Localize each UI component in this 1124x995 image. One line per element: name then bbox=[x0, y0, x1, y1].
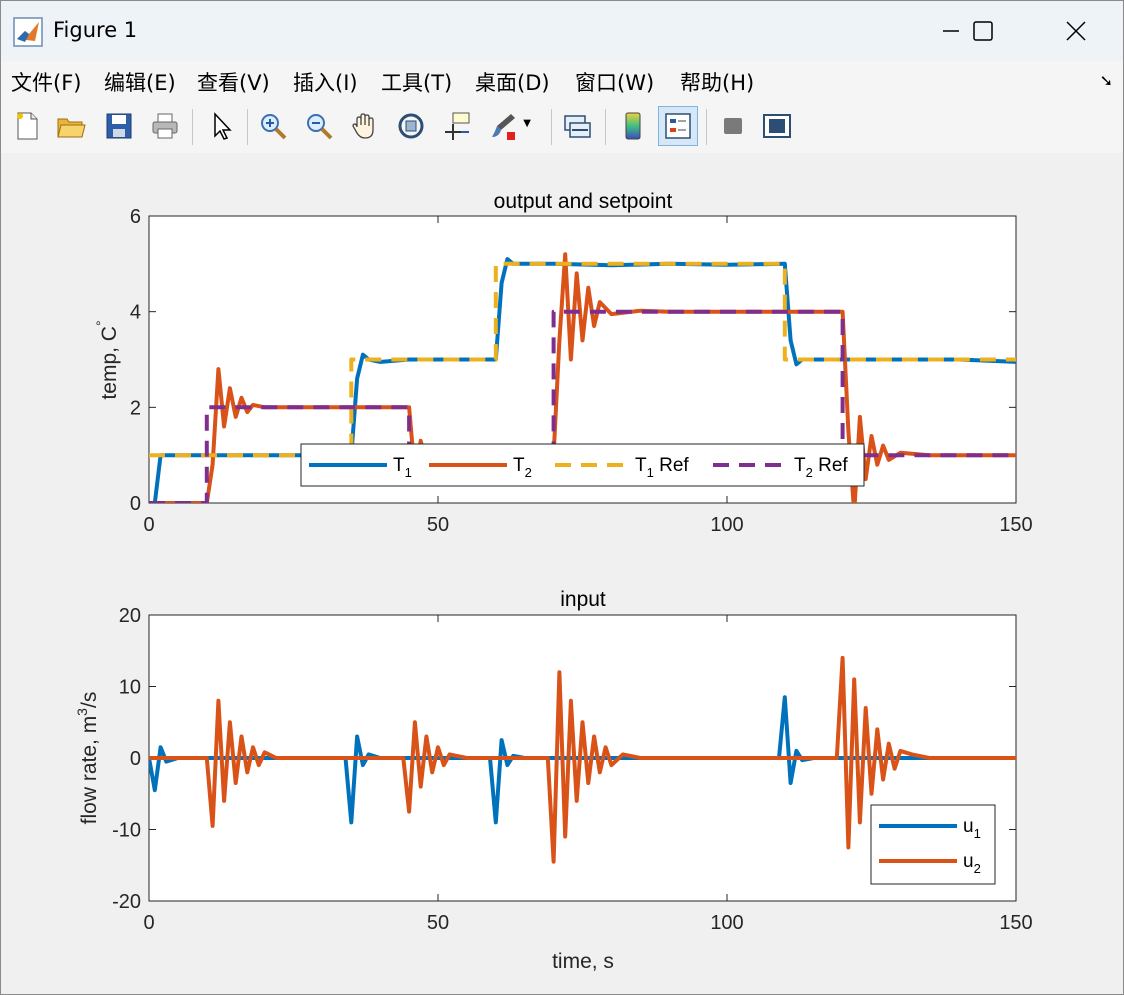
y-tick-label: 10 bbox=[119, 677, 141, 699]
open-file-icon bbox=[57, 118, 86, 138]
title-bar: Figure 1 bbox=[1, 1, 1123, 61]
input-axes[interactable]: 0 50 100 150 -20 -10 0 10 20 input time, s flow … bbox=[74, 588, 1033, 973]
legend-icon bbox=[665, 113, 691, 139]
zoom-out-button[interactable] bbox=[299, 106, 339, 146]
brush-dropdown-icon[interactable]: ▼ bbox=[523, 118, 531, 129]
output-axes-title: output and setpoint bbox=[494, 190, 673, 213]
y-tick-label: 4 bbox=[130, 302, 141, 324]
y-tick-label: 2 bbox=[130, 397, 141, 419]
link-plot-icon bbox=[564, 115, 591, 138]
menu-desktop[interactable]: 桌面(D) bbox=[475, 67, 550, 97]
rotate-3d-icon bbox=[398, 113, 424, 139]
output-axes-ylabel: temp, C° bbox=[93, 320, 121, 399]
insert-legend-button[interactable] bbox=[658, 106, 698, 146]
save-icon bbox=[106, 113, 132, 139]
x-tick-label: 100 bbox=[710, 514, 743, 536]
menu-view[interactable]: 查看(V) bbox=[197, 67, 270, 97]
rotate-3d-button[interactable] bbox=[391, 106, 431, 146]
insert-colorbar-button[interactable] bbox=[613, 106, 653, 146]
input-axes-title: input bbox=[560, 588, 606, 611]
save-button[interactable] bbox=[99, 106, 139, 146]
select-pointer-icon bbox=[214, 112, 232, 140]
output-legend[interactable]: T1 T2 T1 Ref T2 Ref bbox=[300, 443, 865, 487]
menu-edit[interactable]: 编辑(E) bbox=[104, 67, 176, 97]
x-tick-label: 0 bbox=[143, 514, 154, 536]
print-icon bbox=[152, 113, 178, 139]
hide-plot-tools-button[interactable] bbox=[713, 106, 753, 146]
input-legend[interactable]: u1 u2 bbox=[870, 804, 996, 885]
dock-arrow-icon[interactable]: ➘ bbox=[1100, 71, 1113, 90]
input-axes-ylabel: flow rate, m3/s bbox=[74, 692, 101, 825]
menu-bar: 文件(F) 编辑(E) 查看(V) 插入(I) 工具(T) 桌面(D) 窗口(W… bbox=[1, 61, 1123, 101]
x-tick-label: 100 bbox=[710, 912, 743, 934]
y-tick-label: -10 bbox=[112, 820, 141, 842]
print-button[interactable] bbox=[145, 106, 185, 146]
close-icon bbox=[1066, 21, 1086, 41]
brush-button[interactable]: ▼ bbox=[483, 106, 531, 146]
open-file-button[interactable] bbox=[51, 106, 91, 146]
close-button[interactable] bbox=[1046, 9, 1106, 53]
new-figure-icon bbox=[17, 112, 38, 140]
data-cursor-icon bbox=[445, 112, 470, 140]
zoom-in-button[interactable] bbox=[253, 106, 293, 146]
menu-window[interactable]: 窗口(W) bbox=[575, 67, 654, 97]
figure-canvas: 0 50 100 150 0 2 4 6 output and setpoint temp, … bbox=[1, 153, 1123, 994]
menu-insert[interactable]: 插入(I) bbox=[293, 67, 358, 97]
x-tick-label: 50 bbox=[427, 912, 449, 934]
x-tick-label: 50 bbox=[427, 514, 449, 536]
maximize-icon bbox=[973, 21, 993, 41]
y-tick-label: 20 bbox=[119, 605, 141, 627]
x-tick-label: 0 bbox=[143, 912, 154, 934]
y-tick-label: 6 bbox=[130, 206, 141, 228]
menu-help[interactable]: 帮助(H) bbox=[680, 67, 754, 97]
menu-file[interactable]: 文件(F) bbox=[11, 67, 81, 97]
show-plot-tools-icon bbox=[763, 114, 791, 138]
window-title: Figure 1 bbox=[53, 18, 138, 42]
zoom-in-icon bbox=[261, 114, 287, 140]
show-plot-tools-button[interactable] bbox=[757, 106, 797, 146]
output-axes[interactable]: 0 50 100 150 0 2 4 6 output and setpoint temp, … bbox=[93, 190, 1033, 536]
pan-hand-icon bbox=[352, 113, 374, 139]
figure-toolbar: ▼ bbox=[1, 101, 1123, 154]
menu-tools[interactable]: 工具(T) bbox=[381, 67, 452, 97]
hide-plot-tools-icon bbox=[724, 118, 742, 134]
input-axes-xlabel: time, s bbox=[552, 950, 614, 973]
plots-svg: 0 50 100 1500246 output and setpoint temp, … bbox=[74, 190, 1033, 973]
select-pointer-button[interactable] bbox=[201, 106, 241, 146]
pan-button[interactable] bbox=[345, 106, 385, 146]
colorbar-icon bbox=[625, 112, 641, 140]
zoom-out-icon bbox=[307, 114, 333, 140]
y-tick-label: -20 bbox=[112, 891, 141, 913]
link-plot-button[interactable] bbox=[557, 106, 597, 146]
maximize-button[interactable] bbox=[953, 9, 1013, 53]
brush-icon bbox=[492, 114, 515, 140]
y-tick-label: 0 bbox=[130, 493, 141, 515]
x-tick-label: 150 bbox=[999, 912, 1032, 934]
y-tick-label: 0 bbox=[130, 748, 141, 770]
figure-window: Figure 1 文件(F) 编辑(E) 查看(V) 插入(I) 工具(T) 桌… bbox=[0, 0, 1124, 995]
new-figure-button[interactable] bbox=[7, 106, 47, 146]
matlab-logo-icon bbox=[13, 17, 43, 47]
x-tick-label: 150 bbox=[999, 514, 1032, 536]
data-cursor-button[interactable] bbox=[437, 106, 477, 146]
